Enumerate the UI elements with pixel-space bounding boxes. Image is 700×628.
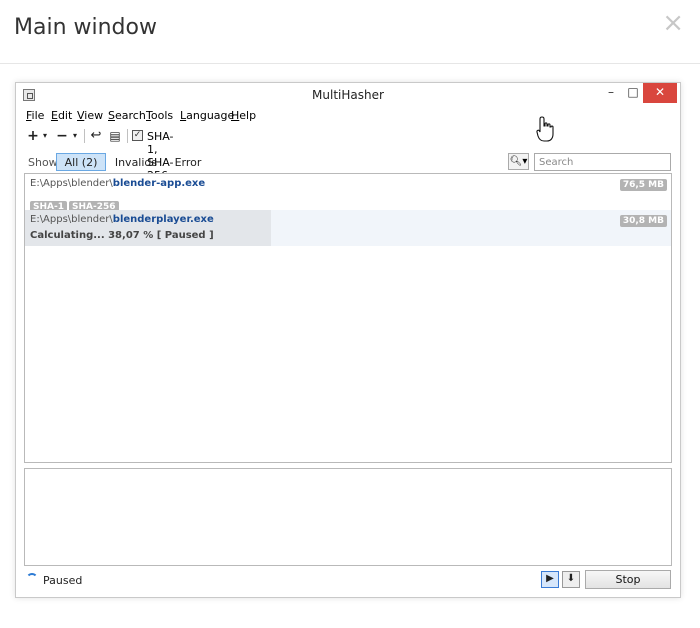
list-item[interactable]: E:\Apps\blender\blenderplayer.exe Calcul…	[25, 210, 671, 246]
menu-tools[interactable]: Tools	[146, 109, 173, 122]
status-bar: Paused ▶ ⬇ Stop	[16, 567, 680, 593]
calculation-status: Calculating... 38,07 % [ Paused ]	[30, 230, 214, 241]
search-options-button[interactable]: 🔍︎▾	[508, 153, 529, 170]
minus-icon[interactable]: −	[54, 127, 70, 145]
menu-file[interactable]: File	[26, 109, 44, 122]
menu-help[interactable]: Help	[231, 109, 256, 122]
maximize-button[interactable]: □	[623, 83, 643, 103]
close-button[interactable]: ✕	[643, 83, 677, 103]
toolbar-separator	[84, 129, 85, 143]
stop-button[interactable]: Stop	[585, 570, 671, 589]
tab-error[interactable]: Error	[168, 153, 208, 171]
tab-all[interactable]: All (2)	[56, 153, 106, 171]
list-item[interactable]: E:\Apps\blender\blender-app.exe SHA-1 SHA…	[25, 174, 671, 213]
file-name: blenderplayer.exe	[112, 214, 214, 225]
file-size-badge: 76,5 MB	[619, 179, 667, 191]
window-title: MultiHasher	[312, 88, 384, 102]
download-icon: ⬇	[566, 573, 576, 584]
algorithms-checkbox[interactable]: ✓	[132, 130, 143, 141]
menu-language[interactable]: Language	[180, 109, 234, 122]
remove-dropdown-icon[interactable]: ▾	[71, 127, 79, 145]
window-titlebar[interactable]: MultiHasher – □ ✕	[16, 83, 680, 107]
menu-search[interactable]: Search	[108, 109, 146, 122]
file-dir: E:\Apps\blender\	[30, 178, 113, 189]
file-dir: E:\Apps\blender\	[30, 214, 113, 225]
dialog-header: Main window ×	[0, 0, 700, 64]
multihasher-window: MultiHasher – □ ✕ File Edit View Search …	[15, 82, 681, 598]
status-text: Paused	[43, 574, 83, 587]
menu-view[interactable]: View	[77, 109, 103, 122]
undo-icon[interactable]: ↩	[88, 127, 104, 145]
export-icon[interactable]: ▤	[107, 127, 123, 145]
search-icon: 🔍︎▾	[509, 156, 528, 167]
file-path: E:\Apps\blender\blender-app.exe	[30, 178, 205, 189]
resume-button[interactable]: ▶	[541, 571, 559, 588]
spinner-icon	[26, 573, 38, 585]
dialog-close-icon[interactable]: ×	[662, 10, 684, 36]
filter-bar: Show All (2) Invalids Error 🔍︎▾	[16, 153, 680, 173]
download-button[interactable]: ⬇	[562, 571, 580, 588]
file-path: E:\Apps\blender\blenderplayer.exe	[30, 214, 214, 225]
menu-edit[interactable]: Edit	[51, 109, 72, 122]
file-list[interactable]: E:\Apps\blender\blender-app.exe SHA-1 SHA…	[24, 173, 672, 463]
hand-cursor-icon	[536, 116, 554, 142]
dialog-title: Main window	[14, 15, 157, 40]
show-label: Show	[28, 156, 58, 169]
plus-icon[interactable]: +	[26, 127, 40, 145]
add-dropdown-icon[interactable]: ▾	[41, 127, 49, 145]
tab-invalids[interactable]: Invalids	[112, 153, 160, 171]
toolbar-separator	[127, 129, 128, 143]
minimize-button[interactable]: –	[601, 83, 621, 103]
play-icon: ▶	[546, 573, 554, 584]
file-size-badge: 30,8 MB	[619, 215, 667, 227]
detail-pane[interactable]	[24, 468, 672, 566]
search-input[interactable]	[534, 153, 671, 171]
file-name: blender-app.exe	[112, 178, 206, 189]
